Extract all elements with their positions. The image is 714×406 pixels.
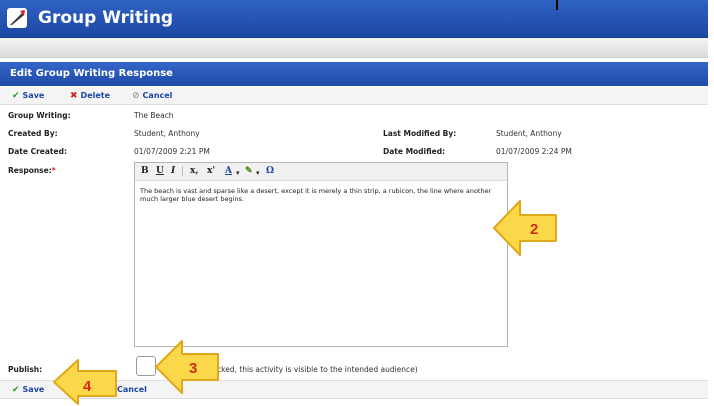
date-modified-label: Date Modified: — [383, 147, 446, 156]
font-color-button[interactable]: A — [225, 166, 232, 176]
delete-button[interactable]: ✖ Delete — [70, 91, 110, 101]
last-modified-by-label: Last Modified By: — [383, 129, 457, 138]
date-modified-value: 01/07/2009 2:24 PM — [496, 147, 572, 156]
cancel-button[interactable]: ⊘ Cancel — [132, 91, 172, 101]
publish-hint: ticked, this activity is visible to the … — [212, 365, 418, 374]
quill-pen-icon — [7, 8, 27, 28]
text-cursor-mark — [556, 0, 558, 10]
save-button[interactable]: ✔ Save — [12, 91, 44, 101]
superscript-button[interactable]: x' — [207, 166, 215, 176]
x-icon: ✖ — [70, 91, 78, 101]
bold-button[interactable]: B — [141, 166, 149, 176]
date-created-value: 01/07/2009 2:21 PM — [134, 147, 210, 156]
callout-arrow-4: 4 — [53, 359, 117, 405]
callout-number-3: 3 — [189, 360, 197, 377]
italic-button[interactable]: I — [171, 166, 175, 176]
highlight-color-button[interactable]: ✎ — [245, 166, 253, 176]
bottom-save-label: Save — [22, 385, 45, 394]
font-color-dropdown-icon[interactable]: ▾ — [236, 168, 240, 177]
response-label-text: Response: — [8, 166, 52, 175]
required-mark: * — [51, 166, 56, 175]
editor-toolbar: B U I | x, x' A ▾ ✎ ▾ Ω — [135, 163, 507, 181]
cancel-circle-icon: ⊘ — [132, 91, 140, 101]
callout-number-4: 4 — [83, 378, 92, 395]
panel-title: Edit Group Writing Response — [10, 68, 173, 79]
response-text[interactable]: The beach is vast and sparse like a dese… — [140, 187, 502, 203]
cancel-label: Cancel — [142, 91, 173, 100]
app-title: Group Writing — [38, 8, 174, 28]
callout-arrow-2: 2 — [493, 200, 557, 256]
response-label: Response:* — [8, 166, 56, 175]
top-toolbar: ✔ Save ✖ Delete ⊘ Cancel — [0, 87, 708, 105]
group-writing-label: Group Writing: — [8, 111, 71, 120]
check-icon: ✔ — [12, 91, 20, 101]
delete-label: Delete — [80, 91, 111, 100]
panel-header: Edit Group Writing Response — [0, 62, 708, 86]
toolbar-separator: | — [181, 166, 185, 176]
navigation-bar — [0, 38, 708, 58]
highlight-dropdown-icon[interactable]: ▾ — [256, 168, 260, 177]
last-modified-by-value: Student, Anthony — [496, 129, 562, 138]
bottom-save-button[interactable]: ✔ Save — [12, 385, 44, 395]
publish-label: Publish: — [8, 365, 43, 374]
created-by-label: Created By: — [8, 129, 58, 138]
check-icon: ✔ — [12, 385, 20, 395]
subscript-button[interactable]: x, — [190, 166, 199, 176]
app-header: Group Writing — [0, 0, 708, 38]
callout-arrow-3: 3 — [155, 340, 219, 394]
created-by-value: Student, Anthony — [134, 129, 200, 138]
date-created-label: Date Created: — [8, 147, 67, 156]
special-characters-button[interactable]: Ω — [266, 166, 274, 176]
callout-number-2: 2 — [530, 221, 538, 238]
group-writing-value: The Beach — [134, 111, 174, 120]
underline-button[interactable]: U — [156, 166, 164, 176]
response-editor[interactable]: B U I | x, x' A ▾ ✎ ▾ Ω The beach is vas… — [134, 162, 508, 347]
save-label: Save — [22, 91, 45, 100]
